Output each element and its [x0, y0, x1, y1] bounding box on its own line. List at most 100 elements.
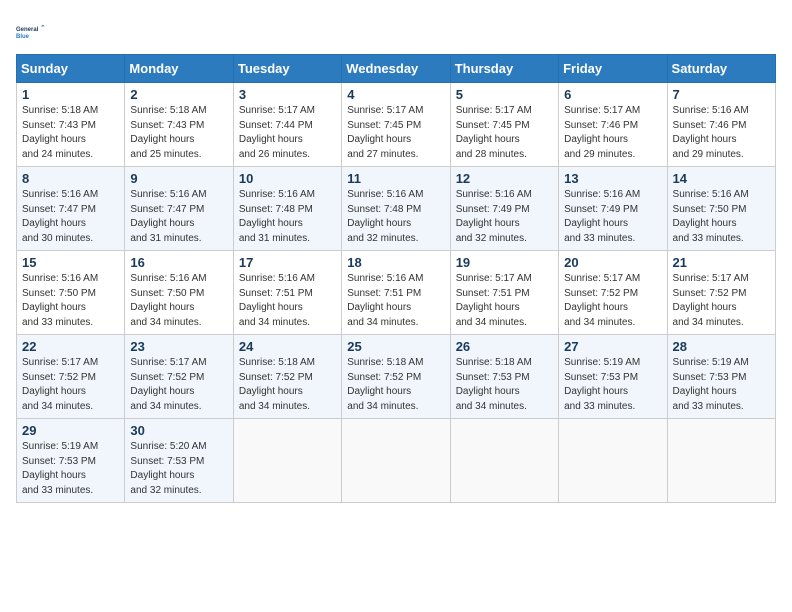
day-cell-8: 8 Sunrise: 5:16 AM Sunset: 7:47 PM Dayli… — [17, 167, 125, 251]
day-number: 26 — [456, 339, 553, 354]
day-number: 14 — [673, 171, 770, 186]
header-thursday: Thursday — [450, 55, 558, 83]
day-info: Sunrise: 5:18 AM Sunset: 7:53 PM Dayligh… — [456, 356, 553, 414]
day-number: 20 — [564, 255, 661, 270]
day-number: 19 — [456, 255, 553, 270]
day-number: 7 — [673, 87, 770, 102]
day-info: Sunrise: 5:16 AM Sunset: 7:50 PM Dayligh… — [673, 188, 770, 246]
day-info: Sunrise: 5:17 AM Sunset: 7:45 PM Dayligh… — [347, 104, 444, 162]
day-info: Sunrise: 5:17 AM Sunset: 7:52 PM Dayligh… — [130, 356, 227, 414]
day-cell-27: 27 Sunrise: 5:19 AM Sunset: 7:53 PM Dayl… — [559, 335, 667, 419]
day-number: 23 — [130, 339, 227, 354]
day-info: Sunrise: 5:19 AM Sunset: 7:53 PM Dayligh… — [22, 440, 119, 498]
day-info: Sunrise: 5:18 AM Sunset: 7:52 PM Dayligh… — [239, 356, 336, 414]
day-cell-28: 28 Sunrise: 5:19 AM Sunset: 7:53 PM Dayl… — [667, 335, 775, 419]
day-cell-22: 22 Sunrise: 5:17 AM Sunset: 7:52 PM Dayl… — [17, 335, 125, 419]
header-wednesday: Wednesday — [342, 55, 450, 83]
day-number: 10 — [239, 171, 336, 186]
day-info: Sunrise: 5:18 AM Sunset: 7:43 PM Dayligh… — [22, 104, 119, 162]
day-cell-5: 5 Sunrise: 5:17 AM Sunset: 7:45 PM Dayli… — [450, 83, 558, 167]
header: GeneralBlue — [16, 16, 776, 48]
day-info: Sunrise: 5:16 AM Sunset: 7:48 PM Dayligh… — [239, 188, 336, 246]
day-cell-21: 21 Sunrise: 5:17 AM Sunset: 7:52 PM Dayl… — [667, 251, 775, 335]
empty-cell — [342, 419, 450, 503]
day-info: Sunrise: 5:16 AM Sunset: 7:49 PM Dayligh… — [456, 188, 553, 246]
day-info: Sunrise: 5:16 AM Sunset: 7:51 PM Dayligh… — [347, 272, 444, 330]
day-number: 2 — [130, 87, 227, 102]
day-cell-17: 17 Sunrise: 5:16 AM Sunset: 7:51 PM Dayl… — [233, 251, 341, 335]
day-info: Sunrise: 5:16 AM Sunset: 7:49 PM Dayligh… — [564, 188, 661, 246]
day-info: Sunrise: 5:19 AM Sunset: 7:53 PM Dayligh… — [564, 356, 661, 414]
day-cell-24: 24 Sunrise: 5:18 AM Sunset: 7:52 PM Dayl… — [233, 335, 341, 419]
day-number: 4 — [347, 87, 444, 102]
day-number: 15 — [22, 255, 119, 270]
empty-cell — [559, 419, 667, 503]
day-cell-2: 2 Sunrise: 5:18 AM Sunset: 7:43 PM Dayli… — [125, 83, 233, 167]
svg-text:General: General — [16, 27, 39, 33]
day-cell-13: 13 Sunrise: 5:16 AM Sunset: 7:49 PM Dayl… — [559, 167, 667, 251]
day-info: Sunrise: 5:16 AM Sunset: 7:47 PM Dayligh… — [22, 188, 119, 246]
calendar-week-1: 1 Sunrise: 5:18 AM Sunset: 7:43 PM Dayli… — [17, 83, 776, 167]
day-cell-10: 10 Sunrise: 5:16 AM Sunset: 7:48 PM Dayl… — [233, 167, 341, 251]
calendar-week-2: 8 Sunrise: 5:16 AM Sunset: 7:47 PM Dayli… — [17, 167, 776, 251]
day-info: Sunrise: 5:17 AM Sunset: 7:45 PM Dayligh… — [456, 104, 553, 162]
day-cell-7: 7 Sunrise: 5:16 AM Sunset: 7:46 PM Dayli… — [667, 83, 775, 167]
svg-text:Blue: Blue — [16, 34, 30, 40]
day-info: Sunrise: 5:16 AM Sunset: 7:50 PM Dayligh… — [22, 272, 119, 330]
day-cell-20: 20 Sunrise: 5:17 AM Sunset: 7:52 PM Dayl… — [559, 251, 667, 335]
calendar-week-4: 22 Sunrise: 5:17 AM Sunset: 7:52 PM Dayl… — [17, 335, 776, 419]
day-number: 29 — [22, 423, 119, 438]
day-number: 22 — [22, 339, 119, 354]
day-info: Sunrise: 5:17 AM Sunset: 7:44 PM Dayligh… — [239, 104, 336, 162]
day-cell-25: 25 Sunrise: 5:18 AM Sunset: 7:52 PM Dayl… — [342, 335, 450, 419]
day-cell-26: 26 Sunrise: 5:18 AM Sunset: 7:53 PM Dayl… — [450, 335, 558, 419]
day-cell-6: 6 Sunrise: 5:17 AM Sunset: 7:46 PM Dayli… — [559, 83, 667, 167]
day-info: Sunrise: 5:16 AM Sunset: 7:47 PM Dayligh… — [130, 188, 227, 246]
day-cell-16: 16 Sunrise: 5:16 AM Sunset: 7:50 PM Dayl… — [125, 251, 233, 335]
weekday-header-row: Sunday Monday Tuesday Wednesday Thursday… — [17, 55, 776, 83]
day-number: 16 — [130, 255, 227, 270]
calendar: Sunday Monday Tuesday Wednesday Thursday… — [16, 54, 776, 503]
day-number: 9 — [130, 171, 227, 186]
header-monday: Monday — [125, 55, 233, 83]
day-info: Sunrise: 5:16 AM Sunset: 7:48 PM Dayligh… — [347, 188, 444, 246]
day-info: Sunrise: 5:17 AM Sunset: 7:46 PM Dayligh… — [564, 104, 661, 162]
day-info: Sunrise: 5:16 AM Sunset: 7:50 PM Dayligh… — [130, 272, 227, 330]
header-friday: Friday — [559, 55, 667, 83]
day-info: Sunrise: 5:17 AM Sunset: 7:52 PM Dayligh… — [673, 272, 770, 330]
day-info: Sunrise: 5:16 AM Sunset: 7:51 PM Dayligh… — [239, 272, 336, 330]
empty-cell — [667, 419, 775, 503]
day-info: Sunrise: 5:16 AM Sunset: 7:46 PM Dayligh… — [673, 104, 770, 162]
day-cell-30: 30 Sunrise: 5:20 AM Sunset: 7:53 PM Dayl… — [125, 419, 233, 503]
day-cell-29: 29 Sunrise: 5:19 AM Sunset: 7:53 PM Dayl… — [17, 419, 125, 503]
day-number: 21 — [673, 255, 770, 270]
day-info: Sunrise: 5:20 AM Sunset: 7:53 PM Dayligh… — [130, 440, 227, 498]
day-info: Sunrise: 5:18 AM Sunset: 7:52 PM Dayligh… — [347, 356, 444, 414]
day-info: Sunrise: 5:18 AM Sunset: 7:43 PM Dayligh… — [130, 104, 227, 162]
day-cell-11: 11 Sunrise: 5:16 AM Sunset: 7:48 PM Dayl… — [342, 167, 450, 251]
day-number: 28 — [673, 339, 770, 354]
day-cell-12: 12 Sunrise: 5:16 AM Sunset: 7:49 PM Dayl… — [450, 167, 558, 251]
day-number: 18 — [347, 255, 444, 270]
day-cell-18: 18 Sunrise: 5:16 AM Sunset: 7:51 PM Dayl… — [342, 251, 450, 335]
calendar-week-3: 15 Sunrise: 5:16 AM Sunset: 7:50 PM Dayl… — [17, 251, 776, 335]
day-number: 24 — [239, 339, 336, 354]
day-number: 11 — [347, 171, 444, 186]
day-cell-9: 9 Sunrise: 5:16 AM Sunset: 7:47 PM Dayli… — [125, 167, 233, 251]
day-number: 8 — [22, 171, 119, 186]
day-info: Sunrise: 5:19 AM Sunset: 7:53 PM Dayligh… — [673, 356, 770, 414]
header-sunday: Sunday — [17, 55, 125, 83]
day-cell-14: 14 Sunrise: 5:16 AM Sunset: 7:50 PM Dayl… — [667, 167, 775, 251]
day-cell-3: 3 Sunrise: 5:17 AM Sunset: 7:44 PM Dayli… — [233, 83, 341, 167]
day-cell-15: 15 Sunrise: 5:16 AM Sunset: 7:50 PM Dayl… — [17, 251, 125, 335]
day-info: Sunrise: 5:17 AM Sunset: 7:52 PM Dayligh… — [564, 272, 661, 330]
day-number: 5 — [456, 87, 553, 102]
day-number: 13 — [564, 171, 661, 186]
day-number: 3 — [239, 87, 336, 102]
day-cell-19: 19 Sunrise: 5:17 AM Sunset: 7:51 PM Dayl… — [450, 251, 558, 335]
empty-cell — [233, 419, 341, 503]
day-number: 30 — [130, 423, 227, 438]
day-cell-1: 1 Sunrise: 5:18 AM Sunset: 7:43 PM Dayli… — [17, 83, 125, 167]
header-saturday: Saturday — [667, 55, 775, 83]
header-tuesday: Tuesday — [233, 55, 341, 83]
